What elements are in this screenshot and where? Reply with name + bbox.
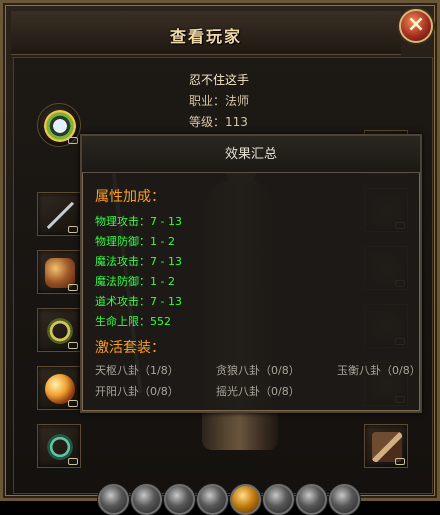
bagua-slot-2-icon[interactable] (131, 484, 162, 515)
boots-slot[interactable] (364, 424, 408, 468)
bracelet-slot[interactable] (37, 424, 81, 468)
jade-bracelet-icon (45, 432, 75, 462)
stat-max-health: 生命上限：552 (95, 315, 171, 328)
bagua-slot-3-icon[interactable] (164, 484, 195, 515)
bagua-slot-6-icon[interactable] (263, 484, 294, 515)
close-button[interactable]: × (399, 9, 433, 43)
player-class: 职业：法师 (189, 94, 250, 108)
player-info: 忍不住这手 职业：法师 等级：113 (189, 70, 249, 133)
bagua-slot-row (98, 484, 360, 515)
stat-taoist-attack: 道术攻击：7 - 13 (95, 295, 182, 308)
ring-slot[interactable] (37, 308, 81, 352)
accessory-slot[interactable] (37, 366, 81, 410)
gauntlet-icon (45, 258, 75, 288)
bagua-slot-4-icon[interactable] (197, 484, 228, 515)
glove-slot[interactable] (37, 250, 81, 294)
stat-physical-defense: 物理防御：1 - 2 (95, 235, 175, 248)
trident-weapon-icon (46, 201, 76, 231)
set-kaiyang: 开阳八卦（0/8） (95, 385, 179, 398)
bagua-slot-8-icon[interactable] (329, 484, 360, 515)
set-yaoguang: 摇光八卦（0/8） (216, 385, 300, 398)
gold-ring-icon (45, 316, 75, 346)
yin-yang-badge-icon (44, 110, 76, 142)
stat-magic-defense: 魔法防御：1 - 2 (95, 275, 175, 288)
window-title: 查看玩家 (169, 27, 242, 46)
player-name: 忍不住这手 (189, 73, 250, 87)
set-tanlang: 贪狼八卦（0/8） (216, 364, 300, 377)
view-player-window: 查看玩家 × 忍不住这手 职业：法师 等级：113 效果汇总 属性加成： 物理攻… (0, 0, 440, 515)
set-yuheng: 玉衡八卦（0/8） (337, 364, 421, 377)
set-tianshu: 天枢八卦（1/8） (95, 364, 179, 377)
badge-slot[interactable] (37, 103, 81, 147)
golden-orb-icon (45, 374, 75, 404)
bagua-slot-5-icon[interactable] (230, 484, 261, 515)
attributes-heading: 属性加成： (95, 189, 165, 205)
bagua-slot-1-icon[interactable] (98, 484, 129, 515)
stat-magic-attack: 魔法攻击：7 - 13 (95, 255, 182, 268)
popup-title: 效果汇总 (82, 136, 420, 173)
sets-heading: 激活套装： (95, 340, 165, 356)
title-bar: 查看玩家 (11, 11, 401, 55)
bagua-slot-7-icon[interactable] (296, 484, 327, 515)
effect-summary-popup: 效果汇总 属性加成： 物理攻击：7 - 13 物理防御：1 - 2 魔法攻击：7… (80, 134, 422, 413)
weapon-slot[interactable] (37, 192, 81, 236)
boots-icon (372, 432, 402, 462)
player-level: 等级：113 (189, 115, 248, 129)
stat-physical-attack: 物理攻击：7 - 13 (95, 215, 182, 228)
